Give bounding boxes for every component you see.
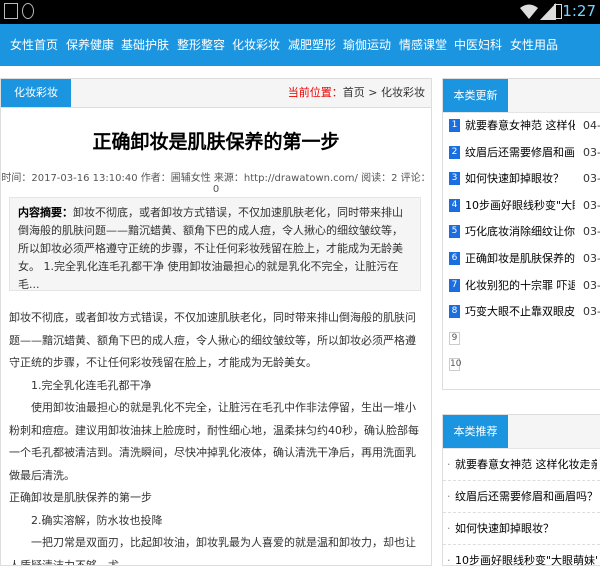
recommend-list: · 就要春意女神范 这样化妆走亲戚 · 纹眉后还需要修眉和画眉吗？ · 如何快速卸掉眼妆？… [443, 449, 600, 566]
update-item[interactable]: 7 化妆别犯的十宗罪 吓退男 03- [443, 273, 600, 300]
update-title[interactable]: 正确卸妆是肌肤保养的第一 [465, 246, 575, 273]
nav-item-health[interactable]: 保养健康 [66, 24, 114, 66]
update-item[interactable]: 9 [443, 326, 600, 353]
paragraph: 正确卸妆是肌肤保养的第一步 [9, 491, 152, 504]
recommend-title[interactable]: 10步画好眼线秒变"大眼萌妹" [455, 545, 597, 565]
rank-badge: 1 [449, 119, 460, 132]
nav-item-products[interactable]: 女性用品 [510, 24, 558, 66]
article-meta: 时间：2017-03-16 13:10:40 作者：圃辅女性 来源：http:/… [1, 173, 431, 195]
rank-badge: 9 [449, 331, 460, 345]
update-title[interactable]: 如何快速卸掉眼妆？ [465, 166, 575, 193]
update-item[interactable]: 6 正确卸妆是肌肤保养的第一 03- [443, 246, 600, 273]
bullet-icon: · [447, 458, 451, 471]
rank-badge: 3 [449, 172, 460, 186]
nav-item-makeup[interactable]: 化妆彩妆 [232, 24, 280, 66]
recommend-title[interactable]: 纹眉后还需要修眉和画眉吗？ [455, 481, 597, 512]
rank-badge: 6 [449, 251, 460, 265]
rank-badge: 7 [449, 278, 460, 292]
status-bar: 1:27 [0, 0, 600, 24]
recommend-title[interactable]: 如何快速卸掉眼妆？ [455, 513, 597, 544]
bullet-icon: · [447, 490, 451, 503]
breadcrumb-path[interactable]: 首页 > 化妆彩妆 [343, 86, 425, 99]
rank-badge: 8 [449, 305, 460, 319]
wifi-icon [520, 4, 538, 19]
update-item[interactable]: 5 巧化底妆消除细纹让你立刻 03- [443, 219, 600, 246]
paragraph: 卸妆不彻底，或者卸妆方式错误，不仅加速肌肤老化，同时带来排山倒海般的肌肤问题——… [9, 311, 416, 369]
article-title: 正确卸妆是肌肤保养的第一步 [92, 131, 340, 153]
update-title[interactable]: 10步画好眼线秒变"大眼萌 [465, 193, 575, 220]
recommend-item[interactable]: · 10步画好眼线秒变"大眼萌妹" [443, 545, 600, 566]
breadcrumb: 当前位置：首页 > 化妆彩妆 [288, 79, 425, 107]
update-title[interactable]: 巧化底妆消除细纹让你立刻 [465, 219, 575, 246]
update-date: 03- [583, 305, 600, 319]
rank-badge: 2 [449, 145, 460, 159]
rank-badge: 5 [449, 225, 460, 239]
recommend-item[interactable]: · 纹眉后还需要修眉和画眉吗？ [443, 481, 600, 513]
bullet-icon: · [447, 554, 451, 566]
recommend-tab[interactable]: 本类推荐 [443, 415, 508, 448]
article-header: 化妆彩妆 当前位置：首页 > 化妆彩妆 [1, 79, 431, 108]
category-tab[interactable]: 化妆彩妆 [1, 79, 71, 107]
rank-badge: 10 [449, 358, 462, 372]
paragraph: 1.完全乳化连毛孔都干净 [31, 378, 152, 392]
notification-icon [4, 3, 18, 19]
recommend-item[interactable]: · 就要春意女神范 这样化妆走亲戚 [443, 449, 600, 481]
update-title[interactable]: 纹眉后还需要修眉和画眉吗 [465, 140, 575, 167]
nav-item-yoga[interactable]: 瑜伽运动 [343, 24, 391, 66]
recommend-item[interactable]: · 如何快速卸掉眼妆？ [443, 513, 600, 545]
clock: 1:27 [562, 2, 596, 20]
recommend-panel: 本类推荐 · 就要春意女神范 这样化妆走亲戚 · 纹眉后还需要修眉和画眉吗？ · 如何快速… [442, 414, 600, 566]
summary-label: 内容摘要： [18, 206, 73, 219]
nav-item-plastic[interactable]: 整形整容 [177, 24, 225, 66]
updates-tab[interactable]: 本类更新 [443, 79, 508, 112]
rank-badge: 4 [449, 198, 460, 212]
paragraph: 一把刀常是双面刃，比起卸妆油，卸妆乳最为人喜爱的就是温和卸妆力，却也让人质疑清洁… [9, 536, 416, 566]
nav-item-tcm[interactable]: 中医妇科 [454, 24, 502, 66]
nav-item-home[interactable]: 女性首页 [10, 24, 58, 66]
update-item[interactable]: 10 [443, 352, 600, 379]
summary-text: 卸妆不彻底，或者卸妆方式错误，不仅加速肌肤老化，同时带来排山倒海般的肌肤问题——… [18, 206, 403, 291]
update-date: 03- [583, 251, 600, 265]
updates-list: 1 就要春意女神范 这样化妆 04- 2 纹眉后还需要修眉和画眉吗 03- 3 如何快速卸掉眼… [443, 113, 600, 379]
update-item[interactable]: 3 如何快速卸掉眼妆？ 03- [443, 166, 600, 193]
update-title[interactable]: 化妆别犯的十宗罪 吓退男 [465, 273, 575, 300]
nav-item-skincare[interactable]: 基础护肤 [121, 24, 169, 66]
update-title[interactable]: 就要春意女神范 这样化妆 [465, 113, 575, 140]
article-body: 卸妆不彻底，或者卸妆方式错误，不仅加速肌肤老化，同时带来排山倒海般的肌肤问题——… [9, 307, 425, 566]
update-date: 03- [583, 145, 600, 159]
recommend-title[interactable]: 就要春意女神范 这样化妆走亲戚 [455, 449, 597, 480]
update-date: 03- [583, 172, 600, 186]
update-date: 04- [583, 119, 600, 132]
main-nav: 女性首页 保养健康 基础护肤 整形整容 化妆彩妆 减肥塑形 瑜伽运动 情感课堂 … [0, 24, 600, 66]
article-summary: 内容摘要：卸妆不彻底，或者卸妆方式错误，不仅加速肌肤老化，同时带来排山倒海般的肌… [9, 197, 421, 291]
paragraph: 使用卸妆油最担心的就是乳化不完全，让脏污在毛孔中作非法停留，生出一堆小粉刺和痘痘… [9, 401, 419, 482]
breadcrumb-label: 当前位置： [287, 86, 343, 99]
article-panel: 化妆彩妆 当前位置：首页 > 化妆彩妆 正确卸妆是肌肤保养的第一步 时间：201… [0, 78, 432, 566]
bullet-icon: · [447, 522, 451, 535]
update-date: 03- [583, 198, 600, 212]
update-item[interactable]: 8 巧变大眼不止靠双眼皮 03- [443, 299, 600, 326]
shield-icon [22, 3, 34, 19]
nav-item-emotion[interactable]: 情感课堂 [399, 24, 447, 66]
paragraph: 2.确实溶解，防水妆也投降 [31, 513, 163, 527]
update-item[interactable]: 1 就要春意女神范 这样化妆 04- [443, 113, 600, 140]
update-title[interactable]: 巧变大眼不止靠双眼皮 [465, 299, 575, 326]
nav-item-slimming[interactable]: 减肥塑形 [288, 24, 336, 66]
update-item[interactable]: 2 纹眉后还需要修眉和画眉吗 03- [443, 140, 600, 167]
update-date: 03- [583, 225, 600, 239]
updates-panel: 本类更新 1 就要春意女神范 这样化妆 04- 2 纹眉后还需要修眉和画眉吗 03- 3 如何… [442, 78, 600, 390]
battery-icon [554, 4, 562, 19]
update-date: 03- [583, 278, 600, 292]
update-item[interactable]: 4 10步画好眼线秒变"大眼萌 03- [443, 193, 600, 220]
